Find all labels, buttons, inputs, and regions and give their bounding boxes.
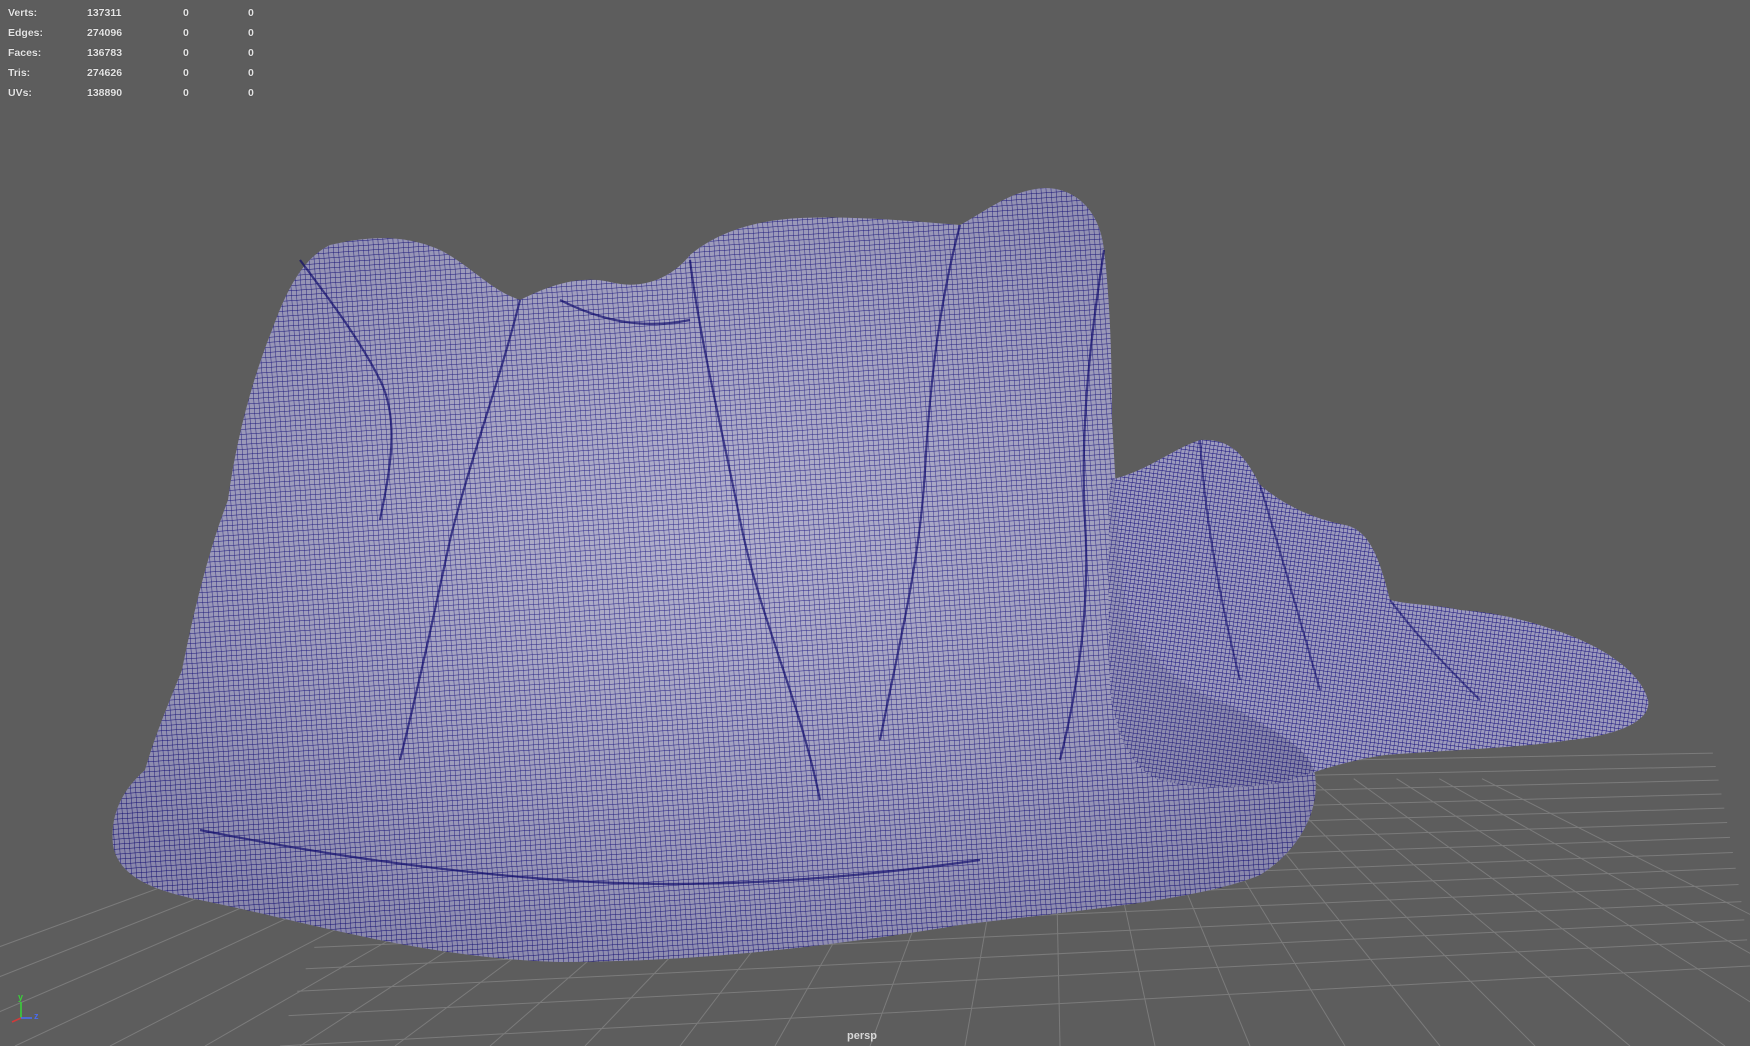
hud-row-label: Verts: (8, 7, 38, 19)
hud-row: Verts: 137311 0 0 (8, 3, 268, 23)
hud-row: UVs: 138890 0 0 (8, 83, 268, 103)
axis-z-label: z (34, 1011, 39, 1021)
grid-line (1396, 778, 1750, 1003)
hud-row-selected: 0 (183, 87, 189, 99)
grid-line (1353, 778, 1726, 1046)
hud-row-component: 0 (248, 87, 254, 99)
hud-row-total: 136783 (87, 47, 123, 59)
hud-row-selected: 0 (183, 47, 189, 59)
hud-row: Tris: 274626 0 0 (8, 63, 268, 83)
hud-row: Edges: 274096 0 0 (8, 23, 268, 43)
hud-row-label: Faces: (8, 47, 42, 59)
perspective-viewport[interactable]: Verts: 137311 0 0 Edges: 274096 0 0 Faces: 136783… (0, 0, 1750, 1046)
poly-count-hud: Verts: 137311 0 0 Edges: 274096 0 0 Faces: 136783… (8, 3, 268, 103)
axis-y-label: y (18, 992, 24, 1002)
hud-row: Faces: 136783 0 0 (8, 43, 268, 63)
hud-row-label: UVs: (8, 87, 32, 99)
camera-name-label: persp (847, 1030, 877, 1042)
hud-row-component: 0 (248, 47, 254, 59)
hud-row-label: Tris: (8, 67, 31, 79)
hud-row-component: 0 (248, 27, 254, 39)
hud-row-label: Edges: (8, 27, 44, 39)
hud-row-total: 274626 (87, 67, 123, 79)
rock-mesh[interactable] (112, 188, 1649, 962)
hud-row-selected: 0 (183, 27, 189, 39)
hud-row-total: 137311 (87, 7, 122, 19)
hud-row-total: 138890 (87, 87, 123, 99)
hud-row-selected: 0 (183, 7, 189, 19)
grid-line (1439, 778, 1750, 954)
hud-row-component: 0 (248, 67, 254, 79)
hud-row-total: 274096 (87, 27, 123, 39)
hud-row-selected: 0 (183, 67, 189, 79)
hud-row-component: 0 (248, 7, 254, 19)
scene-view[interactable] (0, 0, 1750, 1046)
axis-gizmo: y z (8, 992, 44, 1026)
